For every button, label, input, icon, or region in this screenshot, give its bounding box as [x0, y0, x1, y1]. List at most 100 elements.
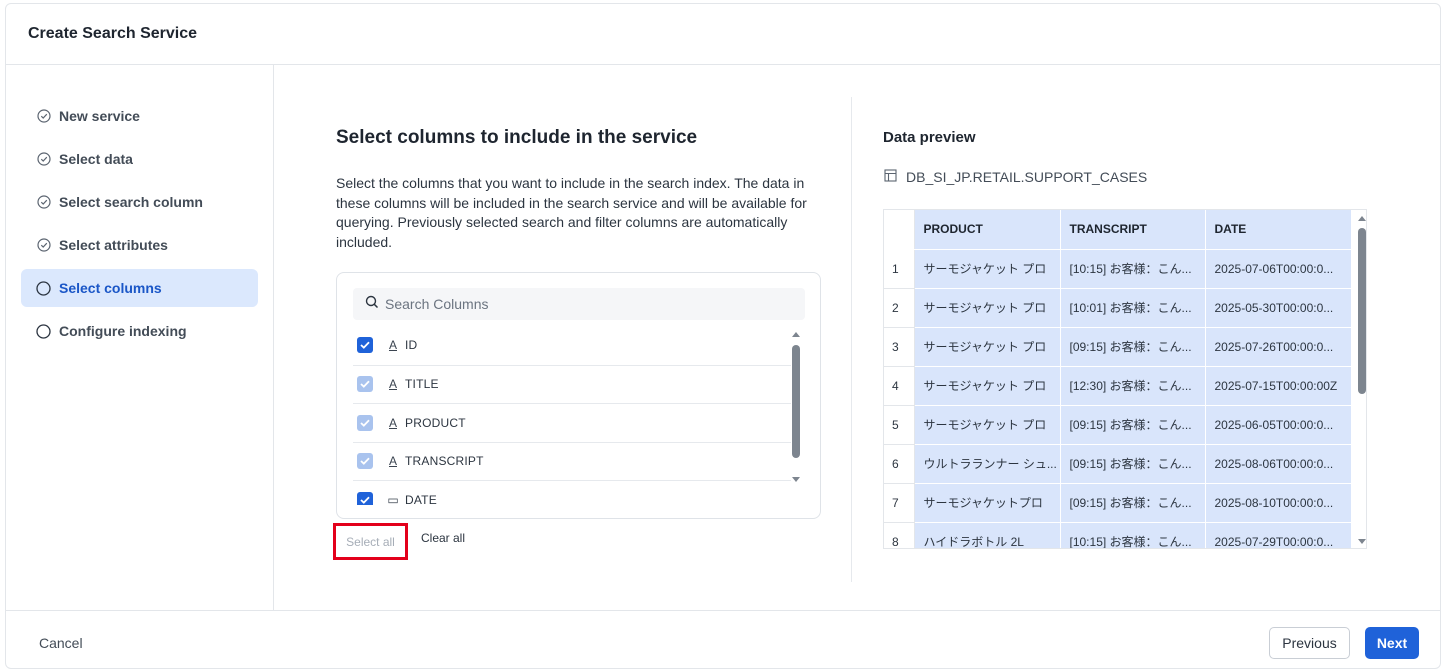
panel-divider: [851, 97, 852, 582]
step-configure-indexing[interactable]: Configure indexing: [21, 312, 258, 350]
row-index: 4: [884, 366, 915, 406]
table-cell: [09:15] お客様：こん...: [1060, 405, 1206, 445]
table-cell: サーモジャケットプロ: [914, 483, 1061, 523]
date-type-icon: ▭: [387, 492, 399, 505]
main-content: Select columns to include in the service…: [274, 65, 1440, 610]
table-cell: [09:15] お客様：こん...: [1060, 444, 1206, 484]
row-index: 6: [884, 444, 915, 484]
column-row-product: A PRODUCT: [353, 403, 791, 442]
table-cell: 2025-07-26T00:00:0...: [1205, 327, 1352, 367]
text-type-icon: A: [388, 415, 397, 430]
table-cell: [12:30] お客様：こん...: [1060, 366, 1206, 406]
modal-header: Create Search Service: [6, 4, 1440, 65]
table-cell: サーモジャケット プロ: [914, 327, 1061, 367]
table-row: 1 サーモジャケット プロ [10:15] お客様：こん... 2025-07-…: [884, 249, 1352, 289]
table-cell: サーモジャケット プロ: [914, 288, 1061, 328]
table-cell: サーモジャケット プロ: [914, 249, 1061, 289]
table-cell: ハイドラボトル 2L: [914, 522, 1061, 548]
step-new-service[interactable]: New service: [21, 97, 258, 135]
column-row-date[interactable]: ▭ DATE: [353, 480, 791, 505]
column-row-id[interactable]: A ID: [353, 326, 791, 365]
table-cell: サーモジャケット プロ: [914, 405, 1061, 445]
table-cell: 2025-07-15T00:00:00Z: [1205, 366, 1352, 406]
column-header[interactable]: DATE: [1205, 210, 1352, 250]
table-row: 8 ハイドラボトル 2L [10:15] お客様：こん... 2025-07-2…: [884, 522, 1352, 548]
table-cell: 2025-08-06T00:00:0...: [1205, 444, 1352, 484]
row-index: 3: [884, 327, 915, 367]
table-row: 3 サーモジャケット プロ [09:15] お客様：こん... 2025-07-…: [884, 327, 1352, 367]
scroll-down-arrow-icon[interactable]: [792, 477, 800, 482]
scroll-up-arrow-icon[interactable]: [792, 332, 800, 337]
scrollbar-thumb[interactable]: [1358, 228, 1366, 394]
table-cell: [10:15] お客様：こん...: [1060, 522, 1206, 548]
search-columns-input[interactable]: [385, 296, 785, 312]
clear-all-button[interactable]: Clear all: [421, 531, 465, 545]
column-list-scrollbar[interactable]: [792, 332, 801, 482]
column-checkbox: [357, 453, 373, 470]
table-cell: 2025-06-05T00:00:0...: [1205, 405, 1352, 445]
search-columns-box[interactable]: [353, 288, 805, 320]
scrollbar-thumb[interactable]: [792, 345, 800, 458]
text-type-icon: A: [388, 454, 397, 469]
step-select-attributes[interactable]: Select attributes: [21, 226, 258, 264]
table-cell: [09:15] お客様：こん...: [1060, 483, 1206, 523]
step-select-data[interactable]: Select data: [21, 140, 258, 178]
select-all-button[interactable]: Select all: [333, 523, 408, 560]
section-title: Select columns to include in the service: [336, 127, 698, 148]
check-circle-icon: [36, 152, 51, 167]
scroll-down-arrow-icon[interactable]: [1358, 539, 1366, 544]
source-table-name: DB_SI_JP.RETAIL.SUPPORT_CASES: [906, 169, 1148, 185]
data-preview-table: PRODUCT TRANSCRIPT DATE 1 サーモジャケット プロ [1…: [883, 209, 1367, 549]
wizard-steps-sidebar: New service Select data Select search co…: [6, 65, 274, 610]
step-label: Select columns: [59, 280, 162, 296]
step-label: Select attributes: [59, 237, 168, 253]
row-index: 7: [884, 483, 915, 523]
table-row: 7 サーモジャケットプロ [09:15] お客様：こん... 2025-08-1…: [884, 483, 1352, 523]
column-checkbox: [357, 376, 373, 393]
column-checkbox: [357, 414, 373, 431]
table-cell: 2025-07-29T00:00:0...: [1205, 522, 1352, 548]
column-checkbox[interactable]: [357, 337, 373, 354]
text-type-icon: A: [388, 377, 397, 392]
check-circle-icon: [36, 109, 51, 124]
row-index-header: [884, 210, 915, 250]
table-cell: [09:15] お客様：こん...: [1060, 327, 1206, 367]
column-list: A ID A TITLE A PRODUCT A TRANSCRIPT ▭ DA…: [353, 326, 791, 505]
column-checkbox[interactable]: [357, 491, 373, 505]
table-cell: 2025-07-06T00:00:0...: [1205, 249, 1352, 289]
table-cell: サーモジャケット プロ: [914, 366, 1061, 406]
step-label: Select data: [59, 151, 133, 167]
search-icon: [365, 295, 385, 314]
check-circle-icon: [36, 238, 51, 253]
previous-button[interactable]: Previous: [1269, 627, 1350, 659]
column-name: PRODUCT: [405, 415, 466, 430]
column-name: ID: [405, 338, 418, 353]
table-cell: [10:01] お客様：こん...: [1060, 288, 1206, 328]
table-row: 4 サーモジャケット プロ [12:30] お客様：こん... 2025-07-…: [884, 366, 1352, 406]
cancel-button[interactable]: Cancel: [39, 635, 83, 651]
modal-title: Create Search Service: [28, 25, 197, 42]
column-row-title: A TITLE: [353, 364, 791, 404]
row-index: 8: [884, 522, 915, 548]
data-preview-title: Data preview: [883, 129, 976, 146]
step-select-columns[interactable]: Select columns: [21, 269, 258, 307]
next-button[interactable]: Next: [1365, 627, 1419, 659]
scroll-up-arrow-icon[interactable]: [1358, 216, 1366, 221]
columns-panel: A ID A TITLE A PRODUCT: [336, 272, 821, 519]
circle-icon: [36, 323, 51, 339]
modal-footer: Cancel Previous Next: [6, 610, 1440, 668]
table-cell: [10:15] お客様：こん...: [1060, 249, 1206, 289]
step-label: Select search column: [59, 194, 203, 210]
table-row: 6 ウルトラランナー シュ... [09:15] お客様：こん... 2025-…: [884, 444, 1352, 484]
data-preview-source: DB_SI_JP.RETAIL.SUPPORT_CASES: [884, 169, 1147, 185]
row-index: 1: [884, 249, 915, 289]
table-cell: 2025-08-10T00:00:0...: [1205, 483, 1352, 523]
preview-table-scrollbar[interactable]: [1358, 216, 1367, 544]
column-header[interactable]: PRODUCT: [914, 210, 1061, 250]
table-row: 2 サーモジャケット プロ [10:01] お客様：こん... 2025-05-…: [884, 288, 1352, 328]
column-header[interactable]: TRANSCRIPT: [1060, 210, 1206, 250]
table-cell: ウルトラランナー シュ...: [914, 444, 1061, 484]
check-circle-icon: [36, 195, 51, 210]
step-label: Configure indexing: [59, 323, 187, 339]
step-select-search-column[interactable]: Select search column: [21, 183, 258, 221]
